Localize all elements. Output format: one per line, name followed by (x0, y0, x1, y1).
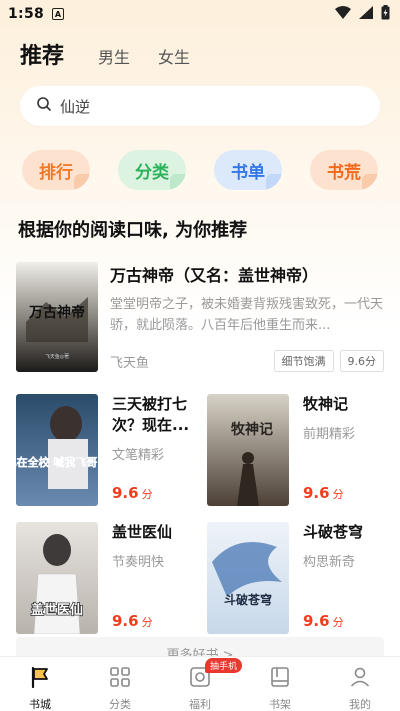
book-shortage-deco-icon (362, 174, 378, 190)
book-score-tag: 9.6分 (339, 350, 384, 372)
nav-profile[interactable]: 我的 (320, 657, 400, 711)
book-score-value: 9.6 (303, 484, 330, 502)
bookshelf-icon (268, 665, 292, 693)
tab-female[interactable]: 女生 (158, 44, 190, 74)
book-tag: 细节饱满 (273, 350, 334, 372)
book-cover[interactable]: 牧神记 (207, 394, 289, 506)
book-card[interactable]: 牧神记 牧神记 前期精彩 9.6 分 (207, 394, 384, 506)
book-author: 飞天鱼 (110, 355, 150, 371)
promo-badge: 抽手机 (205, 658, 243, 673)
nav-bookstore[interactable]: 书城 (0, 657, 80, 711)
book-tagline: 构思新奇 (303, 555, 356, 570)
cover-title: 盖世医仙 (31, 602, 83, 618)
featured-book[interactable]: 万古神帝 飞天鱼◎著 万古神帝（又名：盖世神帝） 堂堂明帝之子，被未婚妻背叛残害… (16, 262, 384, 372)
category-deco-icon (170, 174, 186, 190)
book-score-value: 9.6 (303, 612, 330, 630)
book-score: 9.6 分 (303, 612, 384, 630)
nav-label: 书城 (29, 698, 51, 711)
channel-tabs: 推荐 男生 女生 (0, 28, 400, 74)
nav-bookshelf[interactable]: 书架 (240, 657, 320, 711)
book-title[interactable]: 万古神帝（又名：盖世神帝） (110, 262, 384, 286)
tab-male[interactable]: 男生 (98, 44, 130, 74)
nav-label: 福利 (189, 698, 211, 711)
book-cover[interactable]: 斗破苍穹 (207, 522, 289, 634)
book-title[interactable]: 三天被打七次？现在... (112, 394, 193, 436)
bottom-nav: 书城 分类 抽手机 福利 书架 我的 (0, 656, 400, 711)
book-score-unit: 分 (332, 488, 344, 501)
search-icon (36, 96, 52, 116)
status-bar: 1:58 A (0, 0, 400, 28)
nav-category[interactable]: 分类 (80, 657, 160, 711)
cover-title: 牧神记 (231, 421, 273, 438)
nav-welfare[interactable]: 抽手机 福利 (160, 657, 243, 711)
book-score: 9.6 分 (303, 484, 384, 502)
book-card[interactable]: 现在全校 喊我飞哥! 三天被打七次？现在... 文笔精彩 9.6分 (16, 394, 193, 506)
book-card[interactable]: 盖世医仙 盖世医仙 节奏明快 9.6 分 (16, 522, 193, 634)
book-description: 堂堂明帝之子，被未婚妻背叛残害致死，一代天骄，就此陨落。八百年后他重生而来... (110, 297, 384, 333)
book-shortage-button[interactable]: 书荒 (310, 150, 378, 190)
ranking-label: 排行 (39, 162, 73, 183)
book-score-unit: 分 (332, 616, 344, 629)
category-grid-icon (108, 665, 132, 693)
battery-icon (381, 4, 390, 24)
book-cover[interactable]: 盖世医仙 (16, 522, 98, 634)
book-tagline: 节奏明快 (112, 555, 165, 570)
book-grid: 现在全校 喊我飞哥! 三天被打七次？现在... 文笔精彩 9.6分 牧神记 (16, 394, 384, 634)
search-bar[interactable]: 仙逆 (20, 86, 380, 126)
status-time: 1:58 (8, 6, 45, 22)
cover-title: 斗破苍穹 (224, 592, 272, 607)
book-title[interactable]: 斗破苍穹 (303, 522, 384, 543)
bookstore-flag-icon (28, 665, 52, 693)
book-score-value: 9.6 (112, 484, 139, 502)
section-title: 根据你的阅读口味, 为你推荐 (18, 220, 248, 241)
book-card[interactable]: 斗破苍穹 斗破苍穹 构思新奇 9.6 分 (207, 522, 384, 634)
wifi-icon (335, 5, 351, 23)
book-title[interactable]: 盖世医仙 (112, 522, 193, 543)
search-input[interactable]: 仙逆 (60, 96, 90, 117)
book-tagline: 文笔精彩 (112, 448, 165, 463)
book-score: 9.6 分 (112, 612, 193, 630)
profile-icon (348, 665, 372, 693)
booklist-label: 书单 (231, 162, 265, 183)
ranking-button[interactable]: 排行 (22, 150, 90, 190)
book-score: 9.6 分 (112, 484, 193, 502)
nav-label: 我的 (349, 698, 371, 711)
book-cover[interactable]: 现在全校 喊我飞哥! (16, 394, 98, 506)
cover-author: 飞天鱼◎著 (45, 353, 69, 360)
category-button[interactable]: 分类 (118, 150, 186, 190)
book-shortage-label: 书荒 (327, 162, 361, 183)
category-label: 分类 (135, 162, 169, 183)
signal-icon (359, 5, 373, 23)
book-title[interactable]: 牧神记 (303, 394, 384, 415)
cover-title: 万古神帝 (28, 304, 85, 321)
book-score-unit: 分 (141, 616, 153, 629)
quick-links: 排行 分类 书单 书荒 (0, 150, 400, 190)
book-tagline: 前期精彩 (303, 427, 356, 442)
nav-label: 分类 (109, 698, 131, 711)
ranking-deco-icon (74, 174, 90, 190)
booklist-button[interactable]: 书单 (214, 150, 282, 190)
book-cover[interactable]: 万古神帝 飞天鱼◎著 (16, 262, 98, 372)
book-score-value: 9.6 (112, 612, 139, 630)
booklist-deco-icon (266, 174, 282, 190)
nav-label: 书架 (269, 698, 291, 711)
cover-title: 现在全校 喊我飞哥! (16, 455, 98, 469)
notification-indicator-icon: A (52, 8, 65, 20)
book-score-unit: 分 (141, 488, 153, 501)
tab-recommend[interactable]: 推荐 (20, 38, 64, 74)
